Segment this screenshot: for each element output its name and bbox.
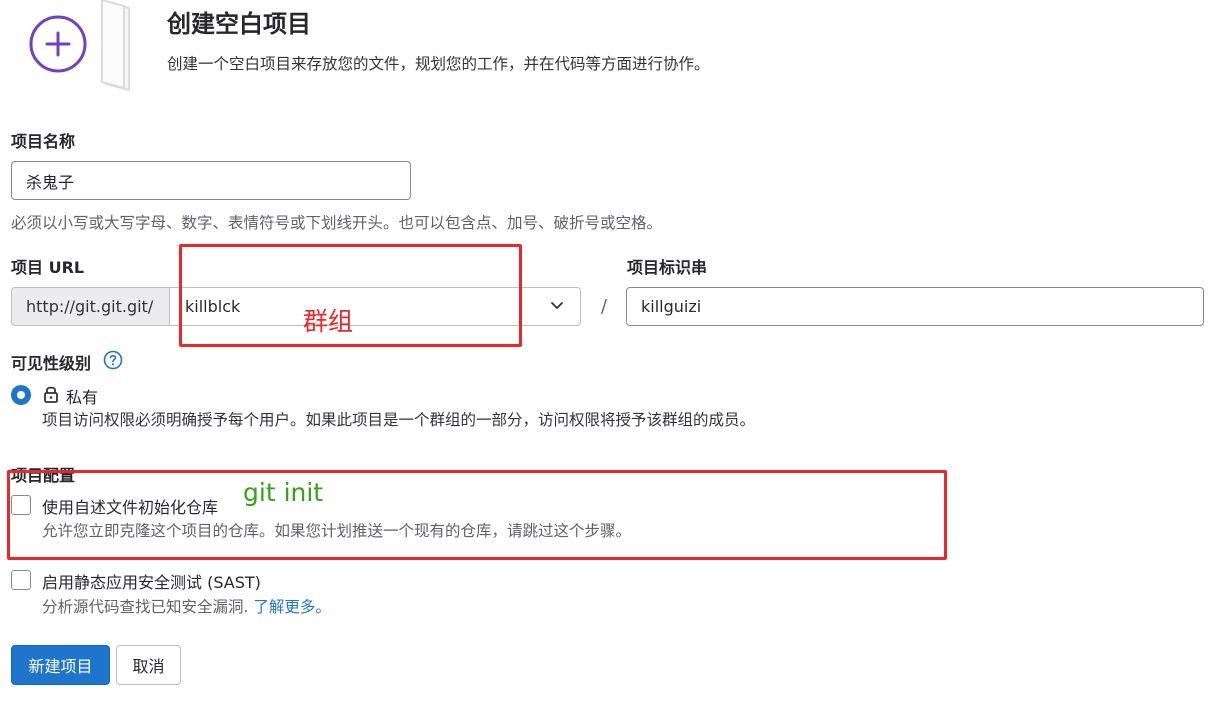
private-option-label: 私有 <box>66 388 99 407</box>
create-project-button[interactable]: 新建项目 <box>11 645 110 685</box>
cancel-button[interactable]: 取消 <box>116 645 181 685</box>
sast-checkbox[interactable] <box>11 570 31 590</box>
project-name-label: 项目名称 <box>11 132 76 151</box>
project-url-label: 项目 URL <box>11 258 85 277</box>
project-name-value: 杀鬼子 <box>26 172 75 192</box>
project-name-input[interactable]: 杀鬼子 <box>11 161 411 200</box>
project-slug-value: killguizi <box>641 297 702 316</box>
git-init-annotation-text: git init <box>243 478 324 507</box>
group-annotation-text: 群组 <box>303 307 354 336</box>
private-option-desc: 项目访问权限必须明确授予每个用户。如果此项目是一个群组的一部分，访问权限将授予该… <box>42 411 756 429</box>
git-init-annotation-box <box>7 470 947 560</box>
lock-icon <box>42 384 60 404</box>
page-title: 创建空白项目 <box>167 10 311 38</box>
sast-desc-row: 分析源代码查找已知安全漏洞. 了解更多。 <box>42 595 331 617</box>
page-description: 创建一个空白项目来存放您的文件，规划您的工作，并在代码等方面进行协作。 <box>167 55 710 73</box>
private-radio[interactable] <box>11 385 31 405</box>
project-slug-label: 项目标识串 <box>627 258 708 277</box>
learn-more-link[interactable]: 了解更多。 <box>253 598 331 616</box>
url-separator: / <box>601 296 608 317</box>
url-prefix-text: http://git.git.git/ <box>26 297 154 316</box>
question-circle-icon[interactable] <box>103 350 123 370</box>
sast-label: 启用静态应用安全测试 (SAST) <box>42 573 261 592</box>
url-prefix: http://git.git.git/ <box>11 287 169 326</box>
blank-project-icon <box>22 0 132 92</box>
chevron-down-icon <box>551 302 563 309</box>
visibility-label: 可见性级别 <box>11 354 92 373</box>
project-name-help: 必须以小写或大写字母、数字、表情符号或下划线开头。也可以包含点、加号、破折号或空… <box>11 214 663 232</box>
sast-desc: 分析源代码查找已知安全漏洞. <box>42 598 249 616</box>
project-slug-input[interactable]: killguizi <box>626 287 1204 326</box>
